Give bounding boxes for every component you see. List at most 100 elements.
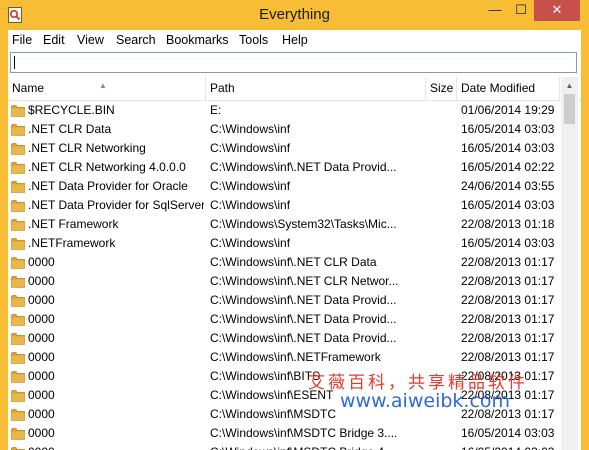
folder-icon: [11, 257, 25, 269]
row-path: C:\Windows\inf: [210, 141, 291, 155]
row-name: 0000: [28, 407, 55, 421]
row-name: 0000: [28, 350, 55, 364]
menu-search[interactable]: Search: [112, 30, 160, 50]
row-path: C:\Windows\inf: [210, 122, 291, 136]
row-date-modified: 16/05/2014 03:03: [461, 236, 555, 250]
folder-icon: [11, 333, 25, 345]
sort-ascending-icon: ▲: [99, 81, 107, 90]
folder-icon: [11, 447, 25, 450]
table-row[interactable]: 0000 C:\Windows\inf\.NET Data Provid... 22…: [8, 329, 561, 348]
table-row[interactable]: .NET CLR Data C:\Windows\inf 16/05/2014 03…: [8, 120, 561, 139]
row-name: 0000: [28, 312, 55, 326]
column-header: Name ▲ Path Size Date Modified: [8, 77, 581, 101]
row-path: C:\Windows\inf: [210, 179, 291, 193]
table-row[interactable]: .NET CLR Networking 4.0.0.0 C:\Windows\in…: [8, 158, 561, 177]
title-bar[interactable]: Everything — ☐ ✕: [0, 0, 589, 30]
row-path: C:\Windows\inf\.NET CLR Networ...: [210, 274, 399, 288]
row-name: 0000: [28, 331, 55, 345]
folder-icon: [11, 276, 25, 288]
folder-icon: [11, 371, 25, 383]
app-window: Everything — ☐ ✕ File Edit View Search B…: [0, 0, 589, 450]
folder-icon: [11, 219, 25, 231]
row-name: 0000: [28, 369, 55, 383]
column-path-label: Path: [210, 81, 235, 95]
watermark: 艾薇百科，共享精品软件 www.aiweibk.com: [298, 368, 558, 428]
row-date-modified: 16/05/2014 03:03: [461, 198, 555, 212]
menu-bookmarks[interactable]: Bookmarks: [162, 30, 233, 50]
row-name: 0000: [28, 255, 55, 269]
table-row[interactable]: 0000 C:\Windows\inf\.NET Data Provid... 22…: [8, 291, 561, 310]
folder-icon: [11, 200, 25, 212]
row-date-modified: 16/05/2014 02:22: [461, 160, 555, 174]
table-row[interactable]: .NET CLR Networking C:\Windows\inf 16/05/2…: [8, 139, 561, 158]
maximize-button[interactable]: ☐: [508, 0, 534, 21]
folder-icon: [11, 390, 25, 402]
table-row[interactable]: .NET Data Provider for SqlServer C:\Windo…: [8, 196, 561, 215]
row-name: 0000: [28, 274, 55, 288]
column-date-label: Date Modified: [461, 81, 536, 95]
row-path: C:\Windows\System32\Tasks\Mic...: [210, 217, 397, 231]
row-path: C:\Windows\inf\.NET Data Provid...: [210, 160, 397, 174]
folder-icon: [11, 181, 25, 193]
folder-icon: [11, 428, 25, 440]
client-area: File Edit View Search Bookmarks Tools He…: [8, 30, 581, 450]
row-name: .NET Data Provider for SqlServer: [28, 198, 204, 212]
scroll-up-arrow-icon[interactable]: ▲: [561, 77, 578, 94]
row-path: E:: [210, 103, 222, 117]
close-button[interactable]: ✕: [534, 0, 580, 21]
column-size-label: Size: [430, 81, 454, 95]
row-date-modified: 22/08/2013 01:17: [461, 331, 555, 345]
column-header-size[interactable]: Size: [426, 77, 457, 100]
menu-view[interactable]: View: [73, 30, 108, 50]
menu-file[interactable]: File: [8, 30, 36, 50]
minimize-button[interactable]: —: [482, 0, 508, 21]
row-path: C:\Windows\inf\.NET Data Provid...: [210, 331, 397, 345]
folder-icon: [11, 238, 25, 250]
watermark-url: www.aiweibk.com: [340, 390, 511, 412]
row-name: .NETFramework: [28, 236, 116, 250]
search-bar: [8, 51, 581, 76]
vertical-scrollbar[interactable]: ▲: [561, 77, 578, 450]
row-date-modified: 16/05/2014 03:03: [461, 443, 561, 450]
row-path: C:\Windows\inf: [210, 198, 291, 212]
row-path: C:\Windows\inf: [210, 236, 291, 250]
row-path: C:\Windows\inf\.NET Data Provid...: [210, 312, 397, 326]
scroll-thumb[interactable]: [564, 94, 575, 124]
row-date-modified: 22/08/2013 01:18: [461, 217, 555, 231]
row-name: .NET Framework: [28, 217, 119, 231]
column-header-name[interactable]: Name ▲: [8, 77, 206, 100]
row-path: C:\Windows\inf\.NET CLR Data: [210, 255, 377, 269]
menu-help[interactable]: Help: [278, 30, 312, 50]
row-name: 0000: [28, 293, 55, 307]
folder-icon: [11, 409, 25, 421]
table-row[interactable]: .NET Framework C:\Windows\System32\Tasks\…: [8, 215, 561, 234]
table-row[interactable]: 0000 C:\Windows\inf\.NET CLR Data 22/08/20…: [8, 253, 561, 272]
row-name: .NET Data Provider for Oracle: [28, 179, 188, 193]
row-date-modified: 22/08/2013 01:17: [461, 293, 555, 307]
column-name-label: Name: [12, 81, 45, 95]
folder-icon: [11, 352, 25, 364]
table-row[interactable]: 0000 C:\Windows\inf\.NETFramework 22/08/20…: [8, 348, 561, 367]
menu-bar: File Edit View Search Bookmarks Tools He…: [8, 30, 581, 50]
menu-tools[interactable]: Tools: [235, 30, 272, 50]
row-name: $RECYCLE.BIN: [28, 103, 115, 117]
folder-icon: [11, 295, 25, 307]
row-date-modified: 16/05/2014 03:03: [461, 141, 555, 155]
folder-icon: [11, 162, 25, 174]
search-input[interactable]: [10, 52, 577, 73]
row-name: .NET CLR Data: [28, 122, 112, 136]
row-name: .NET CLR Networking 4.0.0.0: [28, 160, 186, 174]
table-row[interactable]: 0000 C:\Windows\inf\MSDTC Bridge 4.... 16/…: [8, 443, 561, 450]
folder-icon: [11, 105, 25, 117]
menu-edit[interactable]: Edit: [39, 30, 69, 50]
folder-icon: [11, 124, 25, 136]
table-row[interactable]: .NETFramework C:\Windows\inf 16/05/2014 03…: [8, 234, 561, 253]
folder-icon: [11, 143, 25, 155]
column-header-path[interactable]: Path: [206, 77, 426, 100]
column-header-date-modified[interactable]: Date Modified: [457, 77, 560, 100]
table-row[interactable]: 0000 C:\Windows\inf\.NET CLR Networ... 22/…: [8, 272, 561, 291]
table-row[interactable]: .NET Data Provider for Oracle C:\Windows\…: [8, 177, 561, 196]
row-date-modified: 24/06/2014 03:55: [461, 179, 555, 193]
table-row[interactable]: 0000 C:\Windows\inf\.NET Data Provid... 22…: [8, 310, 561, 329]
table-row[interactable]: $RECYCLE.BIN E: 01/06/2014 19:29: [8, 101, 561, 120]
